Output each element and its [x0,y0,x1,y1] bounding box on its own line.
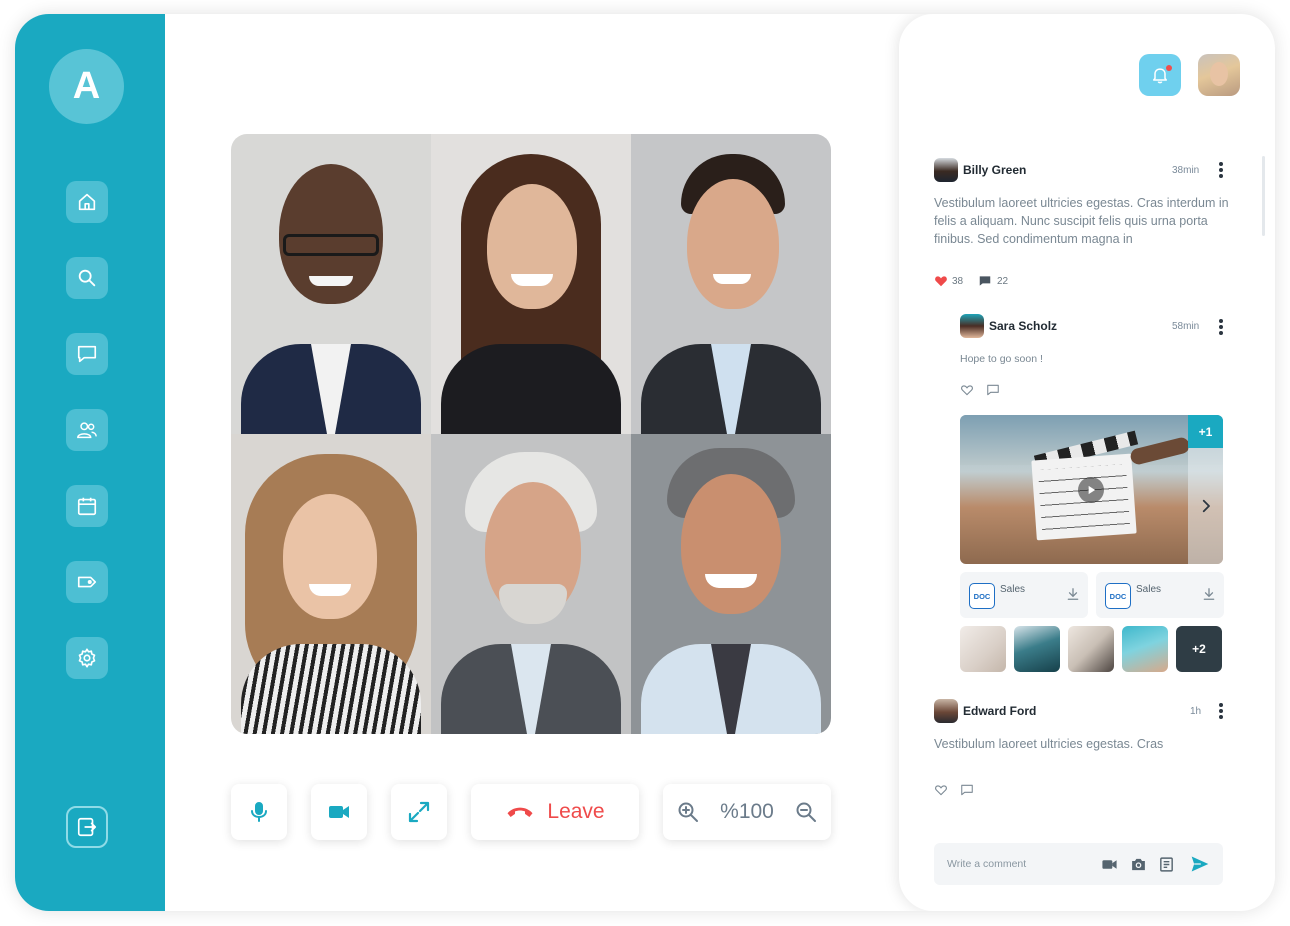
sidebar-item-messages[interactable] [66,333,108,375]
participant-video[interactable] [231,134,431,434]
zoom-out-icon[interactable] [794,800,818,824]
post-author[interactable]: Sara Scholz [989,319,1057,333]
sidebar-item-home[interactable] [66,181,108,223]
sidebar-item-settings[interactable] [66,637,108,679]
comment-outline-icon[interactable] [986,383,1000,397]
like-count: 38 [952,276,964,287]
participant-face [283,494,377,619]
logout-icon [77,817,97,837]
sidebar: A [15,14,165,911]
document-attachment[interactable]: DOC Sales [1096,572,1224,618]
camera-icon[interactable] [1130,856,1147,873]
document-attachment[interactable]: DOC Sales [960,572,1088,618]
participant-video[interactable] [431,434,631,734]
users-icon [77,422,97,439]
unread-dot [1166,65,1172,71]
post-author[interactable]: Billy Green [963,163,1026,177]
download-icon[interactable] [1066,587,1080,601]
document-icon[interactable] [1158,856,1175,873]
participant-video[interactable] [431,134,631,434]
post-author[interactable]: Edward Ford [963,704,1036,718]
fullscreen-button[interactable] [391,784,447,840]
heart-icon[interactable] [934,274,948,288]
comment-count: 22 [997,276,1009,287]
notifications-button[interactable] [1139,54,1181,96]
image-thumbnail[interactable] [1014,626,1060,672]
zoom-in-icon[interactable] [676,800,700,824]
heart-outline-icon[interactable] [934,783,948,797]
video-grid [231,134,831,734]
scrollbar[interactable] [1262,156,1265,236]
more-images-badge[interactable]: +2 [1176,626,1222,672]
comment-icon[interactable] [978,274,992,288]
video-attachment[interactable]: +1 [960,415,1223,564]
image-thumbnail[interactable] [1122,626,1168,672]
doc-icon: DOC [969,583,995,609]
document-name: Sales [1136,584,1162,595]
post-text: Hope to go soon ! [960,353,1043,365]
sidebar-item-search[interactable] [66,257,108,299]
sidebar-item-tags[interactable] [66,561,108,603]
participant-body [241,644,421,734]
participant-video[interactable] [631,434,831,734]
microphone-icon [251,802,267,822]
post-time: 38min [1172,165,1200,176]
beard [499,584,567,624]
avatar [960,314,984,338]
comment-input[interactable] [934,843,1094,885]
participant-face [681,474,781,614]
participant-body [441,344,621,434]
post-time: 1h [1190,706,1202,717]
more-options-icon[interactable] [1219,319,1223,335]
sidebar-item-calendar[interactable] [66,485,108,527]
participant-face [687,179,779,309]
play-icon[interactable] [1078,477,1104,503]
brand-avatar[interactable]: A [49,49,124,124]
zoom-control: %100 [663,784,831,840]
glasses [283,234,379,256]
chevron-right-icon [1202,499,1210,513]
app-window: A Leave %100 Billy Green 38min Vestibulu… [15,14,1275,911]
user-avatar[interactable] [1198,54,1240,96]
image-thumbnail[interactable] [960,626,1006,672]
more-options-icon[interactable] [1219,703,1223,719]
camera-button[interactable] [311,784,367,840]
post-time: 58min [1172,321,1200,332]
avatar [934,158,958,182]
comment-composer [934,843,1223,885]
download-icon[interactable] [1202,587,1216,601]
doc-icon: DOC [1105,583,1131,609]
image-thumbnail[interactable] [1068,626,1114,672]
document-name: Sales [1000,584,1026,595]
avatar [934,699,958,723]
activity-panel: Billy Green 38min Vestibulum laoreet ult… [899,14,1275,911]
more-media-badge[interactable]: +1 [1188,415,1223,448]
participant-video[interactable] [231,434,431,734]
hang-up-icon [507,807,533,817]
next-media-button[interactable] [1188,448,1223,564]
search-icon [78,269,96,287]
home-icon [78,193,96,211]
send-icon[interactable] [1190,854,1210,874]
more-options-icon[interactable] [1219,162,1223,178]
participant-face [487,184,577,309]
post-text: Vestibulum laoreet ultricies egestas. Cr… [934,737,1164,751]
video-camera-icon [329,806,349,818]
sidebar-item-contacts[interactable] [66,409,108,451]
logout-button[interactable] [66,806,108,848]
zoom-level: %100 [720,800,774,823]
leave-label: Leave [547,800,605,823]
mic-button[interactable] [231,784,287,840]
gear-icon [78,648,96,668]
calendar-icon [77,497,97,516]
heart-outline-icon[interactable] [960,383,974,397]
leave-button[interactable]: Leave [471,784,639,840]
chat-icon [77,345,97,363]
expand-icon [408,801,430,823]
comment-outline-icon[interactable] [960,783,974,797]
video-camera-icon[interactable] [1101,856,1118,873]
participant-video[interactable] [631,134,831,434]
post-text: Vestibulum laoreet ultricies egestas. Cr… [934,196,1229,246]
tag-icon [77,576,97,588]
